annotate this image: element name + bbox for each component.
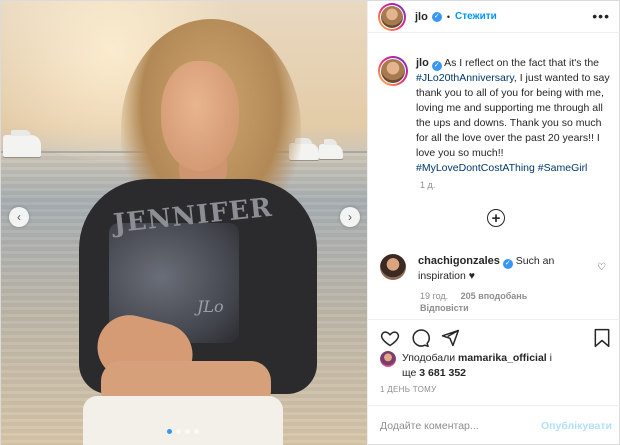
carousel-indicator: [167, 429, 199, 434]
header-username[interactable]: jlo: [415, 11, 428, 23]
avatar: [381, 5, 403, 28]
verified-icon: ✓: [431, 11, 442, 22]
comment-meta: 19 год. 205 вподобань Відповісти: [420, 290, 600, 314]
face: [161, 61, 239, 171]
plus-icon: +: [491, 209, 501, 227]
likes-text: Уподобали mamarika_official і ще 3 681 3…: [402, 351, 552, 381]
tshirt-signature: JLo: [197, 297, 224, 316]
comment-like-icon[interactable]: ♡: [597, 262, 606, 273]
comment-icon[interactable]: [410, 328, 430, 348]
bookmark-icon[interactable]: [593, 328, 611, 348]
comment-time[interactable]: 19 год.: [420, 291, 448, 301]
comment-row: chachigonzales ✓ Such an inspiration ♥ ♡: [380, 254, 612, 284]
post-header: jlo ✓ • Стежити •••: [368, 1, 620, 33]
likes-connector: і: [549, 352, 552, 364]
story-ring[interactable]: [378, 2, 406, 31]
hashtag-link[interactable]: #SameGirl: [538, 162, 588, 174]
commenter-avatar[interactable]: [380, 254, 406, 280]
comment-body: chachigonzales ✓ Such an inspiration ♥: [418, 254, 593, 284]
chevron-right-icon: ›: [348, 210, 352, 224]
caption-text-part: As I reflect on the fact that it's the: [444, 57, 600, 69]
likes-summary: Уподобали mamarika_official і ще 3 681 3…: [380, 351, 618, 381]
reply-button[interactable]: Відповісти: [420, 303, 469, 313]
header-separator: •: [446, 11, 450, 22]
post-sidebar: jlo ✓ • Стежити ••• jlo ✓ As I reflect o…: [367, 1, 620, 445]
hashtag-link[interactable]: #JLo20thAnniversary: [416, 72, 514, 84]
liker-username[interactable]: mamarika_official: [458, 352, 547, 364]
instagram-post: JENNIFER JLo ‹ › jlo ✓ • Стежити ••• jlo…: [0, 0, 620, 445]
yacht-left: [3, 130, 41, 157]
carousel-dot: [167, 429, 172, 434]
verified-icon: ✓: [502, 259, 513, 269]
carousel-dot: [194, 429, 199, 434]
more-options-icon[interactable]: •••: [592, 8, 610, 24]
comments-scroll[interactable]: jlo ✓ As I reflect on the fact that it's…: [368, 34, 620, 319]
caption-story-ring[interactable]: [378, 56, 408, 86]
carousel-next-button[interactable]: ›: [340, 207, 360, 227]
comment-input[interactable]: [380, 420, 530, 432]
post-photo[interactable]: JENNIFER JLo ‹ ›: [1, 1, 367, 445]
load-more-comments-button[interactable]: +: [487, 209, 505, 227]
share-icon[interactable]: [440, 328, 460, 348]
likes-prefix: Уподобали: [402, 352, 456, 364]
liker-avatar[interactable]: [380, 351, 396, 367]
carousel-dot: [176, 429, 181, 434]
heart-icon[interactable]: [380, 328, 400, 348]
post-caption: jlo ✓ As I reflect on the fact that it's…: [378, 56, 618, 176]
likes-count[interactable]: 3 681 352: [419, 367, 466, 379]
add-comment-bar: Опублікувати: [368, 405, 620, 445]
carousel-prev-button[interactable]: ‹: [9, 207, 29, 227]
yacht-right: [319, 139, 343, 159]
action-bar: [368, 319, 620, 355]
follow-button[interactable]: Стежити: [455, 11, 497, 22]
comment-username[interactable]: chachigonzales: [418, 255, 500, 267]
chevron-left-icon: ‹: [17, 210, 21, 224]
caption-avatar: [381, 59, 405, 83]
white-pants: [83, 396, 283, 445]
verified-icon: ✓: [431, 61, 442, 71]
caption-text: jlo ✓ As I reflect on the fact that it's…: [416, 56, 616, 176]
carousel-dot: [185, 429, 190, 434]
caption-timestamp[interactable]: 1 д.: [420, 180, 435, 190]
heart-emoji: ♥: [468, 270, 476, 282]
likes-rest-prefix: ще: [402, 367, 417, 379]
caption-username[interactable]: jlo: [416, 57, 429, 69]
post-date[interactable]: 1 ДЕНЬ ТОМУ: [380, 385, 436, 394]
comment-likes-count[interactable]: 205 вподобань: [461, 291, 528, 301]
caption-text-part: , I just wanted to say thank you to all …: [416, 72, 610, 159]
publish-button[interactable]: Опублікувати: [541, 420, 612, 432]
hashtag-link[interactable]: #MyLoveDontCostAThing: [416, 162, 535, 174]
